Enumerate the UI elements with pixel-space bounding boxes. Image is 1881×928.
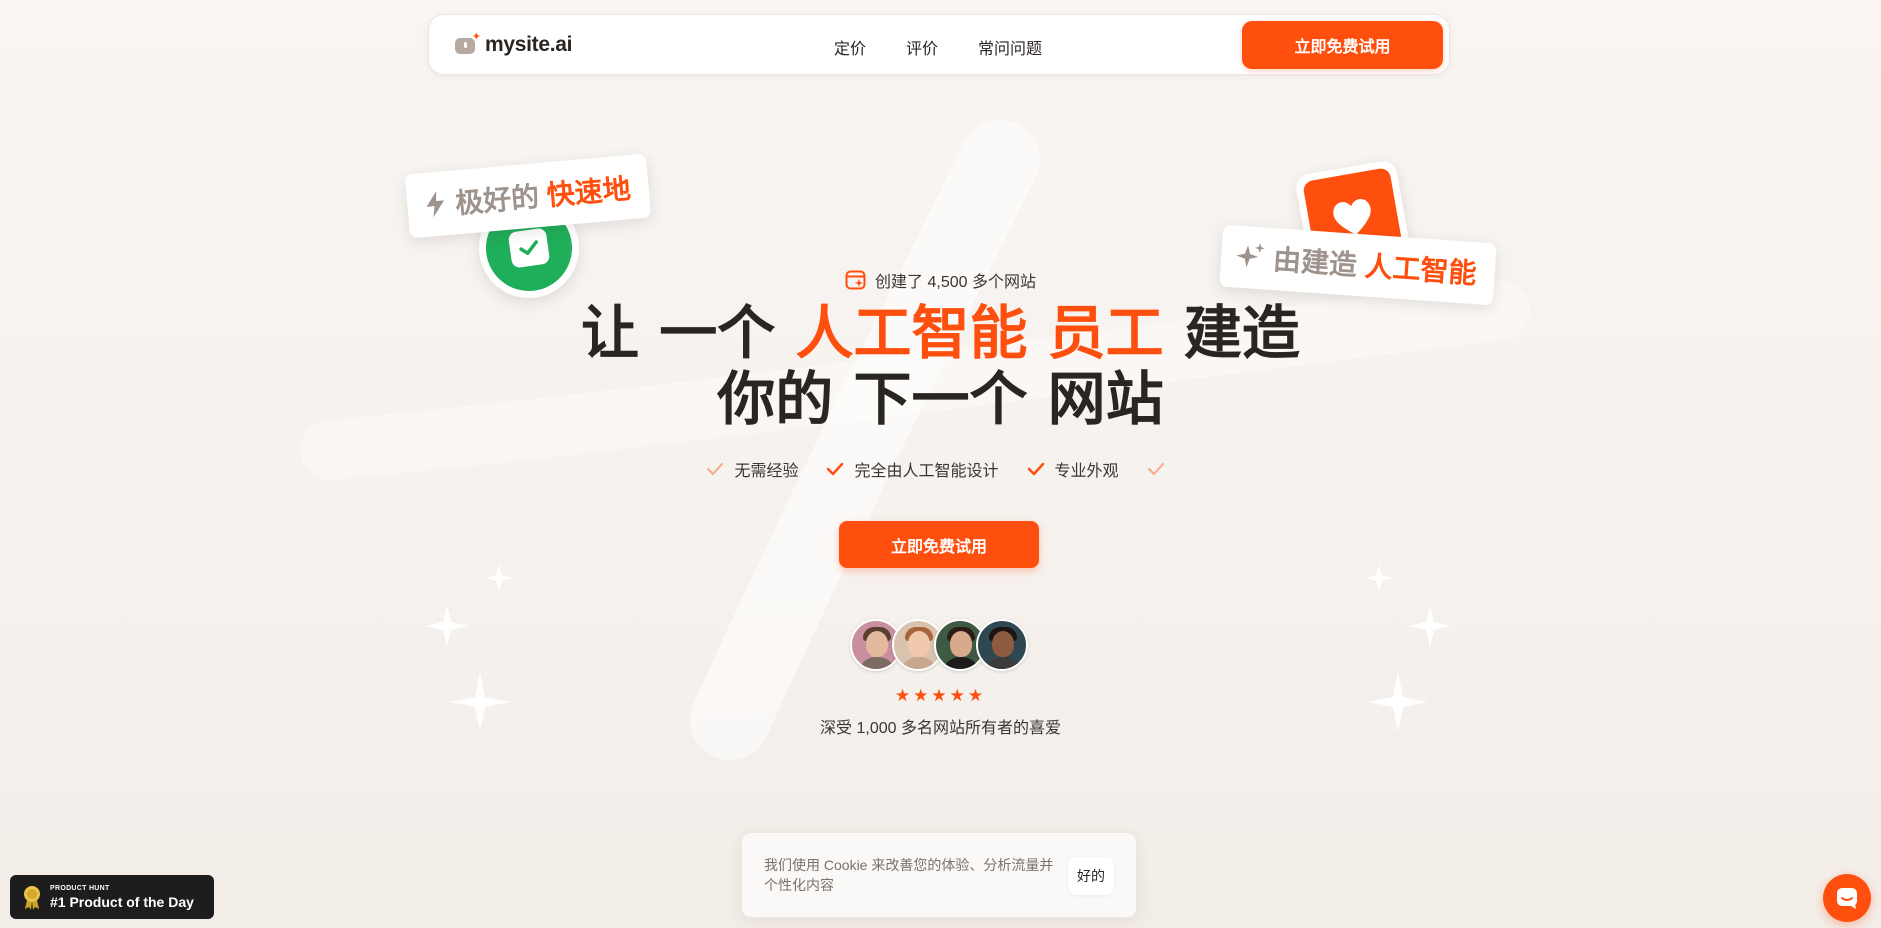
hero-free-trial-button[interactable]: 立即免费试用 bbox=[839, 521, 1039, 568]
fast-sticker: 极好的 快速地 bbox=[404, 153, 652, 239]
cookie-accept-button[interactable]: 好的 bbox=[1068, 857, 1114, 895]
check-icon bbox=[507, 227, 551, 269]
top-navbar: ✦ mysite.ai 定价 评价 常问问题 立即免费试用 bbox=[428, 14, 1450, 75]
avatar bbox=[976, 619, 1028, 671]
feature-label: 无需经验 bbox=[734, 463, 799, 480]
check-icon bbox=[1147, 463, 1164, 475]
feature-item: 专业外观 bbox=[1027, 457, 1119, 481]
nav-link-pricing[interactable]: 定价 bbox=[834, 35, 866, 59]
logo-text: mysite.ai bbox=[485, 33, 573, 56]
fast-sticker-label: 极好的 bbox=[454, 180, 549, 220]
feature-label: 完全由人工智能设计 bbox=[854, 463, 999, 480]
logo[interactable]: ✦ mysite.ai bbox=[455, 32, 573, 57]
avatar-group bbox=[850, 619, 1028, 671]
feature-item: 完全由人工智能设计 bbox=[826, 457, 999, 481]
chat-icon bbox=[1837, 888, 1857, 909]
chat-launcher-button[interactable] bbox=[1823, 874, 1871, 922]
fast-sticker-highlight: 快速地 bbox=[545, 173, 632, 212]
sites-created-text: 创建了 4,500 多个网站 bbox=[875, 274, 1036, 291]
medal-icon bbox=[24, 886, 40, 910]
nav-free-trial-button[interactable]: 立即免费试用 bbox=[1242, 21, 1443, 69]
logo-icon: ✦ bbox=[455, 32, 481, 56]
nav-link-reviews[interactable]: 评价 bbox=[906, 35, 938, 59]
nav-links: 定价 评价 常问问题 bbox=[834, 35, 1082, 59]
hero-title-part1: 让 一个 bbox=[581, 299, 796, 367]
sparkle-decoration-left bbox=[426, 564, 513, 732]
product-hunt-title: #1 Product of the Day bbox=[50, 893, 194, 910]
hero-title-part3: 建造 bbox=[1163, 299, 1300, 367]
cookie-text: 我们使用 Cookie 来改善您的体验、分析流量并个性化内容 bbox=[764, 857, 1054, 893]
rating-stars: ★★★★★ bbox=[894, 686, 987, 705]
nav-link-faq[interactable]: 常问问题 bbox=[978, 35, 1042, 59]
loved-by-text: 深受 1,000 多名网站所有者的喜爱 bbox=[820, 720, 1061, 737]
bolt-icon bbox=[426, 190, 445, 218]
check-icon bbox=[707, 463, 724, 475]
hero-title: 让 一个 人工智能 员工 建造 你的 下一个 网站 bbox=[0, 300, 1881, 432]
feature-label: 专业外观 bbox=[1054, 463, 1119, 480]
sites-created-tag: 创建了 4,500 多个网站 bbox=[0, 268, 1881, 292]
hero-title-line2: 你的 下一个 网站 bbox=[717, 365, 1164, 433]
check-icon bbox=[1027, 462, 1044, 476]
product-hunt-badge[interactable]: PRODUCT HUNT #1 Product of the Day bbox=[10, 875, 214, 919]
cookie-banner: 我们使用 Cookie 来改善您的体验、分析流量并个性化内容 好的 bbox=[741, 832, 1137, 918]
feature-list: 无需经验 完全由人工智能设计 专业外观 bbox=[0, 457, 1881, 481]
feature-item-faded bbox=[1147, 460, 1175, 478]
sparkle-decoration-right bbox=[1365, 564, 1451, 732]
hero-title-highlight: 人工智能 员工 bbox=[795, 299, 1164, 367]
check-icon bbox=[827, 462, 844, 476]
product-hunt-label: PRODUCT HUNT bbox=[50, 884, 110, 892]
ai-built-sticker: 由建造 人工智能 bbox=[1219, 224, 1497, 306]
browser-sparkle-icon bbox=[845, 270, 866, 290]
feature-item: 无需经验 bbox=[706, 457, 798, 481]
